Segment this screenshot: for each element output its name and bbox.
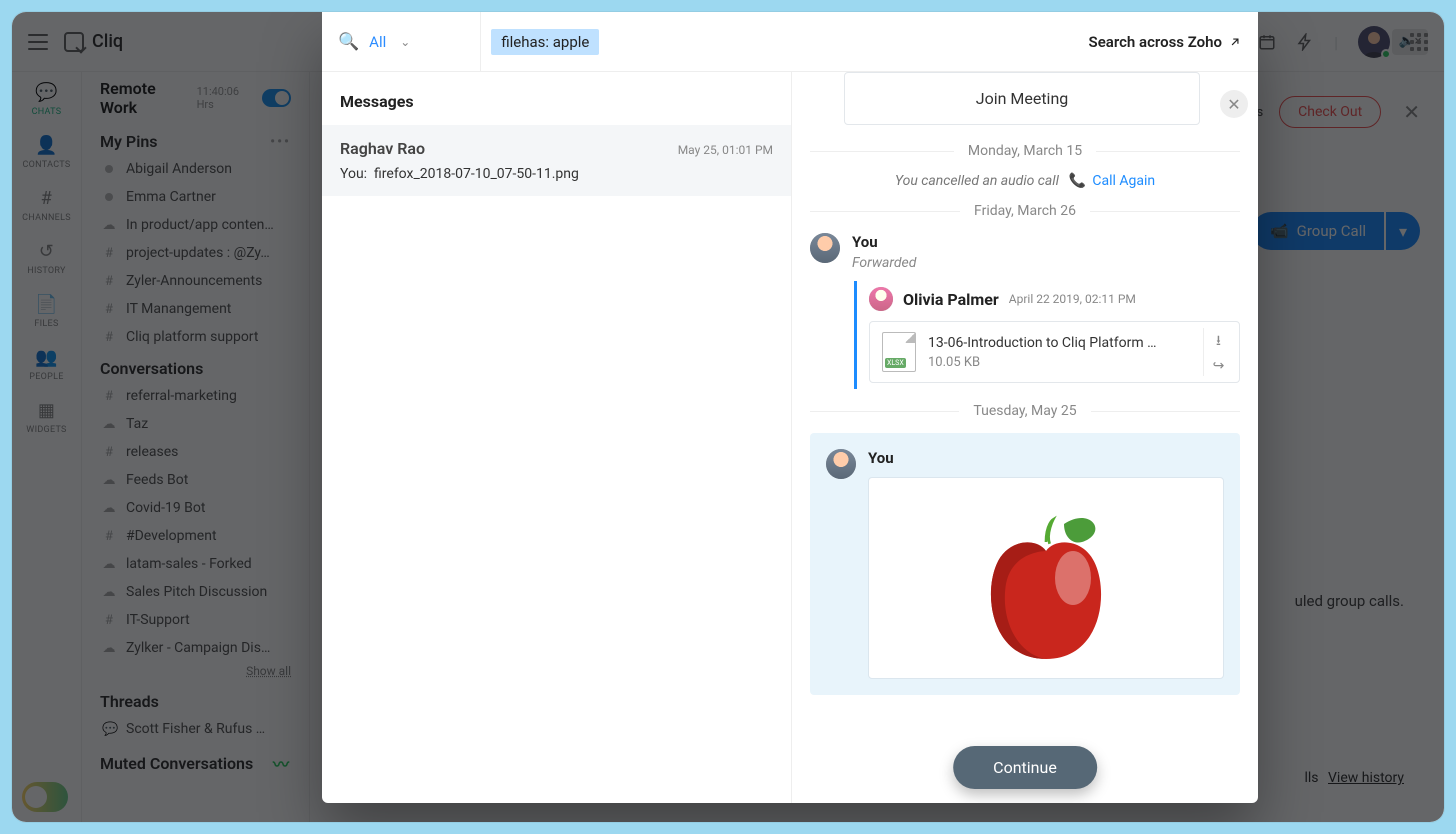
search-popover: 🔍 All ⌄ filehas: apple Search across Zoh… [322,12,1258,803]
sender-you: You [852,233,1240,251]
avatar [810,233,840,263]
result-name: Raghav Rao [340,139,425,158]
messages-heading: Messages [322,72,791,125]
file-card[interactable]: 13-06-Introduction to Cliq Platform - A…… [869,321,1240,383]
chevron-down-icon[interactable]: ⌄ [400,35,410,49]
join-meeting-button[interactable]: Join Meeting [844,72,1200,125]
sender-you: You [868,449,1224,467]
continue-button[interactable]: Continue [953,746,1097,789]
date-divider: Tuesday, May 25 [973,403,1076,419]
result-time: May 25, 01:01 PM [678,143,773,157]
search-icon: 🔍 [338,32,359,52]
avatar [826,449,856,479]
quote-name: Olivia Palmer [903,290,999,309]
search-filter[interactable]: All [369,33,386,51]
image-attachment[interactable] [868,477,1224,679]
search-result[interactable]: Raghav Rao May 25, 01:01 PM You: firefox… [322,125,791,196]
file-name: 13-06-Introduction to Cliq Platform - A… [928,335,1158,351]
forwarded-label: Forwarded [852,255,1240,271]
call-again-link[interactable]: Call Again [1069,173,1155,189]
search-across-zoho[interactable]: Search across Zoho [1089,33,1242,51]
quote-time: April 22 2019, 02:11 PM [1009,292,1136,306]
date-divider: Friday, March 26 [974,203,1076,219]
close-detail-icon[interactable]: ✕ [1220,90,1248,118]
xlsx-icon [882,332,916,372]
avatar [869,287,893,311]
forward-icon[interactable]: ↪ [1213,358,1225,374]
file-size: 10.05 KB [928,355,1158,370]
date-divider: Monday, March 15 [968,143,1082,159]
download-icon[interactable]: ⭳ [1216,330,1221,354]
search-chip[interactable]: filehas: apple [491,29,599,55]
